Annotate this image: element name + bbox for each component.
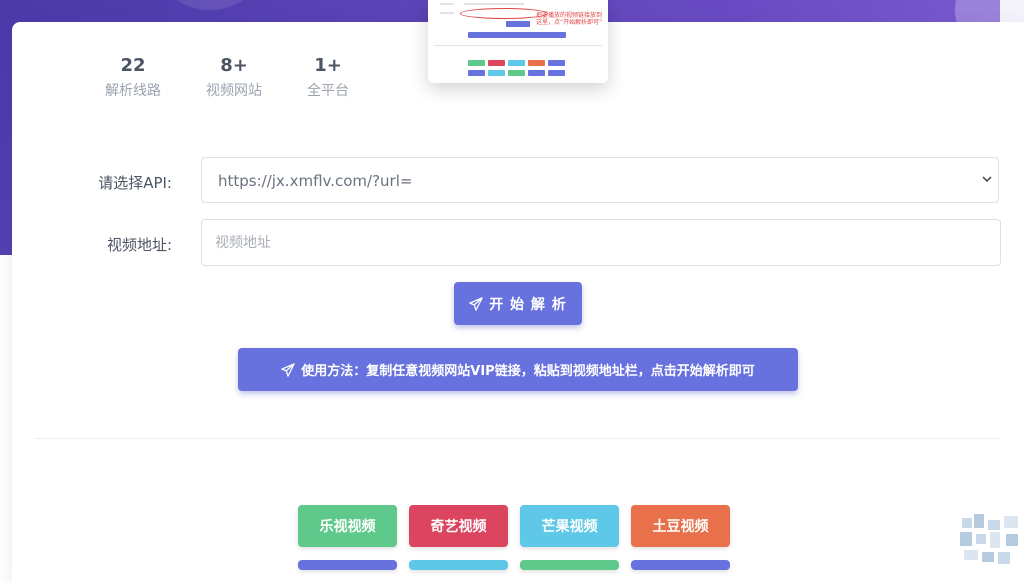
preview-site-button xyxy=(548,60,565,66)
stat-label: 视频网站 xyxy=(206,83,262,99)
site-button-partial[interactable] xyxy=(520,560,619,570)
start-parse-button[interactable]: 开 始 解 析 xyxy=(454,282,582,325)
stat-number: 1+ xyxy=(314,55,342,76)
stat-number: 8+ xyxy=(220,55,248,76)
preview-label-line xyxy=(440,12,454,14)
site-button-iqiyi[interactable]: 奇艺视频 xyxy=(409,505,508,547)
preview-divider xyxy=(434,45,602,46)
preview-label-line xyxy=(440,3,454,5)
stat-sites: 8+ 视频网站 xyxy=(189,54,279,100)
chevron-down-icon xyxy=(982,176,992,183)
decor-circle xyxy=(150,0,270,10)
stat-label: 解析线路 xyxy=(105,83,161,99)
site-button-mango[interactable]: 芒果视频 xyxy=(520,505,619,547)
stat-label: 全平台 xyxy=(307,83,349,99)
url-label: 视频地址: xyxy=(106,236,172,254)
site-button-partial[interactable] xyxy=(298,560,397,570)
usage-instructions-button[interactable]: 使用方法：复制任意视频网站VIP链接，粘贴到视频地址栏，点击开始解析即可 xyxy=(238,348,798,391)
paper-plane-icon xyxy=(469,296,483,311)
video-url-input[interactable] xyxy=(201,219,1001,266)
site-button-partial[interactable] xyxy=(631,560,730,570)
preview-site-button xyxy=(528,60,545,66)
preview-site-button xyxy=(488,60,505,66)
stat-platforms: 1+ 全平台 xyxy=(283,54,373,100)
api-select[interactable]: https://jx.xmflv.com/?url= xyxy=(201,157,999,203)
preview-site-button xyxy=(488,70,505,76)
preview-site-button xyxy=(508,70,525,76)
preview-note: 把要播放的视频链接放到这里，点“开始解析即可” xyxy=(536,12,603,26)
floating-widget-icon[interactable] xyxy=(958,512,1024,566)
paper-plane-icon xyxy=(281,362,296,377)
start-parse-label: 开 始 解 析 xyxy=(489,296,567,313)
api-label: 请选择API: xyxy=(98,174,172,192)
section-divider xyxy=(34,438,1000,439)
tutorial-preview-image: 把要播放的视频链接放到这里，点“开始解析即可” xyxy=(428,0,608,83)
preview-site-button xyxy=(468,70,485,76)
site-button-letv[interactable]: 乐视视频 xyxy=(298,505,397,547)
api-select-value: https://jx.xmflv.com/?url= xyxy=(218,172,413,190)
preview-site-button xyxy=(528,70,545,76)
preview-select-line xyxy=(464,3,524,5)
preview-site-button xyxy=(508,60,525,66)
site-button-tudou[interactable]: 土豆视频 xyxy=(631,505,730,547)
usage-instructions-label: 使用方法：复制任意视频网站VIP链接，粘贴到视频地址栏，点击开始解析即可 xyxy=(301,364,755,379)
site-button-partial[interactable] xyxy=(409,560,508,570)
preview-site-button xyxy=(548,70,565,76)
stat-lines: 22 解析线路 xyxy=(88,54,178,100)
preview-highlight-ellipse xyxy=(460,8,548,19)
preview-parse-button xyxy=(506,21,530,27)
stat-number: 22 xyxy=(120,55,146,76)
preview-howto-button xyxy=(468,32,566,38)
preview-site-button xyxy=(468,60,485,66)
